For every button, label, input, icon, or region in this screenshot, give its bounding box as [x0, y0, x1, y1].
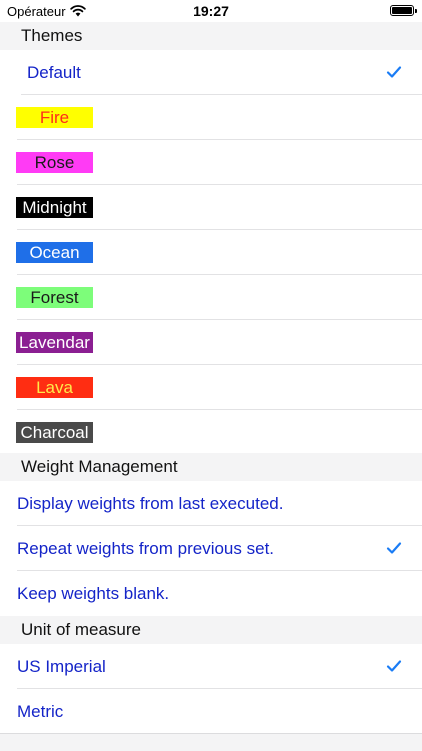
checkmark-icon: [386, 542, 402, 554]
theme-row-charcoal[interactable]: Charcoal: [0, 410, 422, 455]
theme-swatch: Rose: [16, 152, 93, 173]
theme-row-rose[interactable]: Rose: [0, 140, 422, 185]
status-bar: Opérateur 19:27: [0, 0, 422, 22]
weight-option-label: Keep weights blank.: [17, 584, 170, 603]
unit-option-label: US Imperial: [17, 657, 106, 676]
theme-swatch: Ocean: [16, 242, 93, 263]
theme-swatch: Fire: [16, 107, 93, 128]
section-header-unit-of-measure: Unit of measure: [0, 616, 422, 644]
unit-option-metric[interactable]: Metric: [0, 689, 422, 734]
checkmark-icon: [386, 66, 402, 78]
weight-option-blank[interactable]: Keep weights blank.: [0, 571, 422, 616]
clock: 19:27: [193, 3, 229, 19]
theme-swatch: Lava: [16, 377, 93, 398]
weight-option-last-executed[interactable]: Display weights from last executed.: [0, 481, 422, 526]
theme-label: Default: [27, 63, 81, 82]
theme-swatch: Lavendar: [16, 332, 93, 353]
unit-option-us-imperial[interactable]: US Imperial: [0, 644, 422, 689]
theme-row-forest[interactable]: Forest: [0, 275, 422, 320]
theme-swatch: Midnight: [16, 197, 93, 218]
section-header-weight-management: Weight Management: [0, 453, 422, 481]
theme-row-ocean[interactable]: Ocean: [0, 230, 422, 275]
weight-option-previous-set[interactable]: Repeat weights from previous set.: [0, 526, 422, 571]
theme-row-lava[interactable]: Lava: [0, 365, 422, 410]
theme-swatch: Forest: [16, 287, 93, 308]
weight-option-label: Display weights from last executed.: [17, 494, 284, 513]
weight-option-label: Repeat weights from previous set.: [17, 539, 275, 558]
section-header-themes: Themes: [0, 22, 422, 50]
bottom-toolbar: [0, 733, 422, 751]
theme-row-fire[interactable]: Fire: [0, 95, 422, 140]
checkmark-icon: [386, 660, 402, 672]
theme-row-midnight[interactable]: Midnight: [0, 185, 422, 230]
theme-row-lavendar[interactable]: Lavendar: [0, 320, 422, 365]
unit-option-label: Metric: [17, 702, 64, 721]
theme-swatch: Charcoal: [16, 422, 93, 443]
battery-icon: [390, 5, 417, 16]
theme-row-default[interactable]: Default: [0, 50, 422, 95]
